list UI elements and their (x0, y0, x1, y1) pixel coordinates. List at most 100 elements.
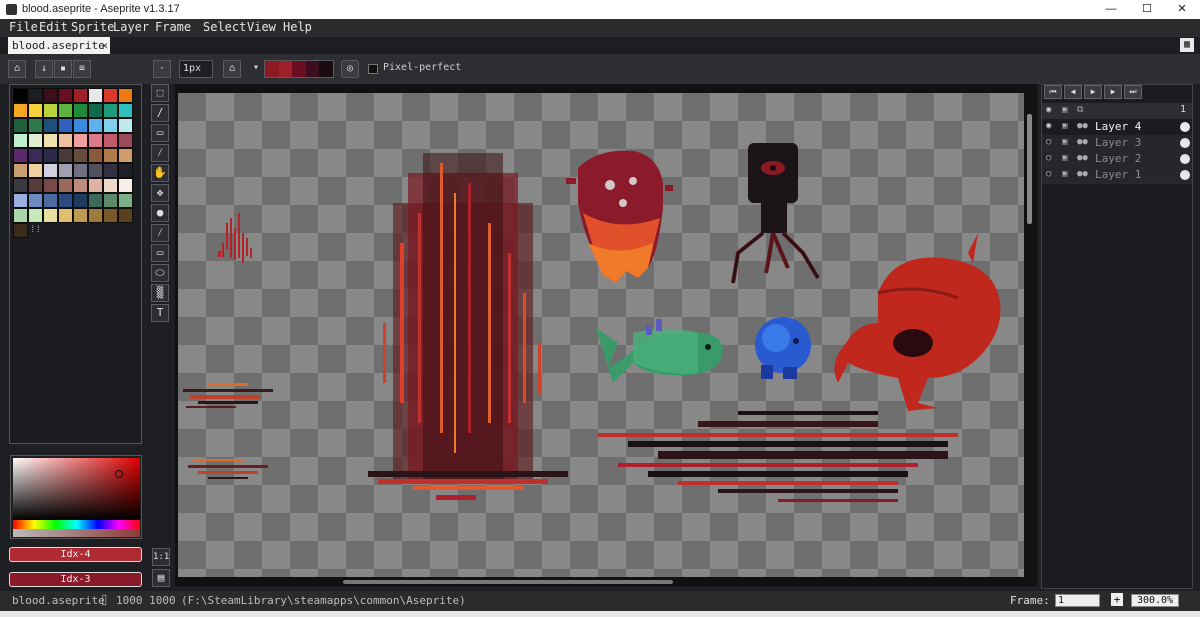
layer-lock-icon[interactable]: ▣ (1062, 169, 1072, 179)
menu-help[interactable]: Help (283, 20, 312, 34)
palette-swatch[interactable] (118, 88, 133, 103)
contour-tool-icon[interactable]: ▒ (151, 284, 169, 302)
recent-color-swatch[interactable] (278, 61, 293, 77)
palette-swatch[interactable] (118, 118, 133, 133)
first-frame-icon[interactable]: ⏮ (1044, 85, 1062, 99)
ellipse-tool-icon[interactable]: ⬭ (151, 264, 169, 282)
play-icon[interactable]: ▶ (1084, 85, 1102, 99)
palette-swatch[interactable] (103, 148, 118, 163)
menu-sprite[interactable]: Sprite (71, 20, 114, 34)
palette-swatch[interactable] (88, 178, 103, 193)
palette-swatch[interactable] (73, 148, 88, 163)
panel-toggle-icon[interactable]: ▦ (1180, 38, 1194, 52)
actual-size-button[interactable]: 1:1 (152, 548, 170, 566)
eyedropper-tool-icon[interactable]: ⁄ (151, 144, 169, 162)
palette-swatch[interactable] (73, 118, 88, 133)
palette-swatch[interactable] (88, 118, 103, 133)
layer-visibility-icon[interactable]: ○ (1046, 137, 1056, 147)
palette-swatch[interactable] (43, 163, 58, 178)
palette-swatch[interactable] (88, 163, 103, 178)
recent-color-swatch[interactable] (319, 61, 333, 77)
download-icon[interactable]: ↓ (35, 60, 53, 78)
palette-swatch[interactable] (88, 148, 103, 163)
maximize-button[interactable]: ☐ (1129, 0, 1165, 19)
menu-frame[interactable]: Frame (155, 20, 191, 34)
palette-swatch[interactable] (103, 193, 118, 208)
palette-swatch[interactable] (58, 118, 73, 133)
layer-cel[interactable] (1180, 122, 1190, 132)
palette-swatch[interactable] (118, 193, 133, 208)
alpha-slider[interactable] (13, 529, 140, 537)
rectangle-tool-icon[interactable]: ▭ (151, 244, 169, 262)
palette-swatch[interactable] (13, 163, 28, 178)
palette-swatch[interactable] (73, 133, 88, 148)
recent-colors-bar[interactable] (264, 60, 334, 78)
layer-visibility-icon[interactable]: ○ (1046, 169, 1056, 179)
menu-list-icon[interactable]: ≡ (73, 60, 91, 78)
palette-swatch[interactable] (13, 118, 28, 133)
tab-close-icon[interactable]: × (101, 37, 108, 54)
marquee-tool-icon[interactable]: ⬚ (151, 84, 169, 102)
horizontal-scrollbar[interactable] (343, 580, 673, 584)
palette-swatch[interactable] (43, 133, 58, 148)
palette-swatch[interactable] (28, 88, 43, 103)
prev-frame-icon[interactable]: ◀ (1064, 85, 1082, 99)
layer-row[interactable]: ○ ▣ ●● Layer 1 (1042, 167, 1192, 184)
palette-swatch[interactable] (118, 178, 133, 193)
palette-swatch[interactable] (58, 163, 73, 178)
palette-swatch[interactable] (103, 163, 118, 178)
layer-visibility-icon[interactable]: ○ (1046, 153, 1056, 163)
layer-row[interactable]: ◉ ▣ ●● Layer 4 (1042, 119, 1192, 136)
palette-swatch[interactable] (118, 208, 133, 223)
ink-type-icon[interactable]: ⌂ (223, 60, 241, 78)
palette-swatch[interactable] (13, 178, 28, 193)
palette-swatch[interactable] (13, 148, 28, 163)
tab-blood-aseprite[interactable]: blood.aseprite × (8, 37, 110, 54)
palette-swatch[interactable] (73, 163, 88, 178)
palette-swatch[interactable] (103, 103, 118, 118)
close-window-button[interactable]: ✕ (1164, 0, 1200, 19)
menu-edit[interactable]: Edit (39, 20, 68, 34)
palette-swatch[interactable] (88, 88, 103, 103)
layer-continuous-icon[interactable]: ●● (1077, 169, 1091, 179)
menu-layer[interactable]: Layer (113, 20, 149, 34)
eraser-tool-icon[interactable]: ▭ (151, 124, 169, 142)
brush-type-icon[interactable]: · (153, 60, 171, 78)
layer-lock-icon[interactable]: ▣ (1062, 137, 1072, 147)
zoom-field[interactable]: 300.0% (1131, 594, 1179, 607)
header-eye-icon[interactable]: ◉ (1046, 105, 1056, 115)
frame-input[interactable]: 1 (1055, 594, 1100, 607)
preview-icon[interactable]: ▤ (152, 569, 170, 587)
frame-number-header[interactable]: 1 (1180, 104, 1186, 115)
menu-view[interactable]: View (247, 20, 276, 34)
ink-dropdown-icon[interactable]: ▾ (247, 60, 265, 78)
last-frame-icon[interactable]: ⏭ (1124, 85, 1142, 99)
zoom-in-button[interactable]: + (1111, 593, 1123, 606)
palette-swatch[interactable] (58, 133, 73, 148)
brush-size-field[interactable]: 1px (179, 60, 213, 78)
palette-swatch[interactable] (13, 223, 28, 238)
palette-swatch[interactable] (118, 163, 133, 178)
layer-continuous-icon[interactable]: ●● (1077, 137, 1091, 147)
vertical-scrollbar[interactable] (1027, 114, 1032, 224)
header-lock-icon[interactable]: ▣ (1062, 105, 1072, 115)
palette-swatch[interactable] (58, 88, 73, 103)
recent-color-swatch[interactable] (305, 61, 320, 77)
palette-swatch[interactable] (13, 208, 28, 223)
saturation-value-field[interactable] (13, 458, 140, 520)
minimize-button[interactable]: — (1093, 0, 1129, 19)
palette-swatch[interactable] (103, 118, 118, 133)
palette-swatch[interactable] (43, 118, 58, 133)
layer-row[interactable]: ○ ▣ ●● Layer 3 (1042, 135, 1192, 152)
layer-continuous-icon[interactable]: ●● (1077, 153, 1091, 163)
menu-select[interactable]: Select (203, 20, 246, 34)
hue-slider[interactable] (13, 520, 140, 529)
palette-swatch[interactable] (73, 88, 88, 103)
line-tool-icon[interactable]: ⁄ (151, 224, 169, 242)
palette-swatch[interactable] (88, 133, 103, 148)
palette-swatch[interactable] (88, 193, 103, 208)
palette-swatch[interactable] (28, 133, 43, 148)
hand-tool-icon[interactable]: ✋ (151, 164, 169, 182)
palette-swatch[interactable] (28, 208, 43, 223)
palette-swatch[interactable] (28, 148, 43, 163)
